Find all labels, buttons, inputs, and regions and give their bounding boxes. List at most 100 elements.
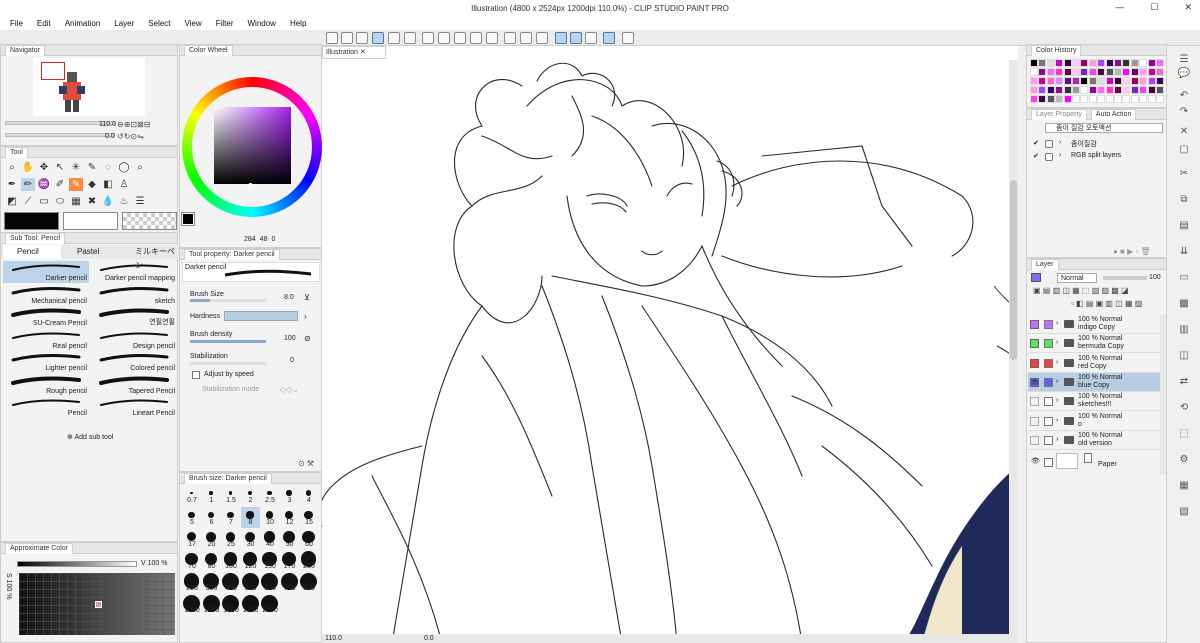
color-history-swatch[interactable] [1122, 77, 1131, 85]
cut-icon[interactable]: ✂ [1177, 168, 1191, 180]
eraser-icon[interactable]: ◧ [101, 178, 115, 191]
layer-lock-toggle[interactable] [1044, 416, 1053, 426]
curve-icon[interactable] [570, 32, 582, 44]
speech-balloon-icon[interactable]: ◯ [117, 161, 131, 174]
menu-select[interactable]: Select [148, 19, 170, 28]
brush-item[interactable]: Real pencil [3, 329, 89, 351]
color-history-swatch[interactable] [1030, 68, 1038, 76]
menu-help[interactable]: Help [290, 19, 306, 28]
brush-size-dropdown-icon[interactable]: ⊻ [304, 293, 310, 302]
color-history-swatch[interactable] [1055, 59, 1064, 67]
approx-color-tab[interactable]: Approximate Color [5, 542, 73, 554]
color-history-swatch[interactable] [1046, 59, 1055, 67]
brush-item[interactable]: Colored pencil [91, 351, 177, 373]
color-history-swatch[interactable] [1080, 68, 1089, 76]
color-history-swatch[interactable] [1105, 86, 1114, 94]
color-history-swatch[interactable] [1097, 68, 1106, 76]
color-history-swatch[interactable] [1088, 86, 1097, 94]
color-history-swatch[interactable] [1122, 59, 1131, 67]
color-history-swatch[interactable] [1063, 86, 1072, 94]
visibility-toggle[interactable] [1030, 358, 1039, 368]
color-history-swatch[interactable] [1080, 95, 1089, 103]
color-history-swatch[interactable] [1114, 59, 1122, 67]
subtool-tab-pencil[interactable]: Pencil [3, 245, 61, 259]
color-history-swatch[interactable] [1147, 86, 1156, 94]
rotate-icon[interactable]: ⟲ [1177, 402, 1191, 414]
visibility-toggle[interactable] [1030, 320, 1039, 329]
layer-lock-toggle[interactable] [1044, 435, 1053, 445]
brush-size-cell[interactable]: 250 [182, 573, 201, 594]
layer-action-icons[interactable]: ▫ ◧ ▤ ▣ ▥ ◫ ▦ ▨ [1071, 299, 1142, 308]
color-history-swatch[interactable] [1147, 77, 1156, 85]
layer-lock-toggle[interactable] [1044, 397, 1053, 407]
color-history-swatch[interactable] [1139, 77, 1148, 85]
brush-size-cell[interactable]: 1500 [221, 594, 240, 616]
redo-history-icon[interactable]: ↷ [1177, 106, 1191, 118]
color-history-swatch[interactable] [1063, 59, 1072, 67]
color-history-swatch[interactable] [1147, 59, 1156, 67]
color-history-swatch[interactable] [1080, 77, 1089, 85]
color-history-swatch[interactable] [1147, 95, 1156, 103]
color-history-swatch[interactable] [1088, 68, 1097, 76]
brush-item[interactable]: Rough pencil [3, 374, 89, 396]
figure-tool-icon[interactable]: ⟋ [21, 195, 35, 208]
redo-icon[interactable] [404, 32, 416, 44]
clear-layer-icon[interactable]: ▭ [1177, 272, 1191, 284]
expand-chevron-icon[interactable]: › [1056, 378, 1058, 385]
color-history-swatch[interactable] [1072, 59, 1080, 67]
brush-size-cell[interactable]: 15 [299, 507, 318, 528]
color-history-swatch[interactable] [1038, 68, 1047, 76]
color-history-swatch[interactable] [1130, 95, 1139, 103]
expand-chevron-icon[interactable]: › [1056, 339, 1058, 346]
color-history-swatch[interactable] [1055, 77, 1064, 85]
color-history-swatch[interactable] [1105, 68, 1114, 76]
brush-size-cell[interactable]: 300 [202, 572, 221, 594]
color-history-swatch[interactable] [1105, 77, 1114, 85]
color-history-swatch[interactable] [1130, 59, 1139, 67]
transparent-color-swatch[interactable] [122, 212, 177, 230]
open-file-icon[interactable] [341, 32, 353, 44]
value-slider[interactable] [17, 561, 137, 567]
brush-size-cell[interactable]: 70 [182, 551, 201, 572]
color-history-swatch[interactable] [1130, 77, 1139, 85]
canvas-vertical-scrollbar[interactable] [1009, 60, 1018, 636]
brush-size-cell[interactable]: 1000 [182, 594, 201, 616]
color-history-swatch[interactable] [1046, 86, 1055, 94]
layer-row[interactable]: › 100 % Normal old version [1028, 431, 1161, 450]
frame-tool-icon[interactable]: ▭ [37, 195, 51, 208]
paper-layer[interactable]: 👁 Paper [1028, 451, 1162, 473]
brush-item[interactable]: Design pencil [91, 329, 177, 351]
color-history-swatch[interactable] [1105, 59, 1114, 67]
brush-size-cell[interactable]: 8 [240, 507, 260, 528]
brush-size-cell[interactable]: 6 [202, 507, 221, 528]
hand-tool-icon[interactable]: ✋ [21, 161, 35, 174]
tool-property-tab[interactable]: Tool property: Darker pencil [184, 248, 280, 260]
visibility-toggle[interactable] [1030, 339, 1039, 349]
color-history-swatch[interactable] [1156, 59, 1164, 67]
deselect-icon[interactable] [504, 32, 516, 44]
sub-color-swatch[interactable] [63, 212, 118, 230]
hardness-slider[interactable] [224, 311, 298, 321]
brush-size-cell[interactable]: 80 [202, 551, 221, 572]
layer-lock-toggle[interactable] [1044, 377, 1053, 387]
brush-size-cell[interactable]: 800 [299, 572, 318, 594]
color-history-swatch[interactable] [1046, 77, 1055, 85]
color-history-swatch[interactable] [1114, 68, 1122, 76]
visibility-toggle[interactable] [1030, 416, 1039, 426]
brush-size-cell[interactable]: 170 [280, 551, 299, 572]
color-history-swatch[interactable] [1080, 59, 1089, 67]
airbrush-icon[interactable]: ✐ [53, 178, 67, 191]
brush-size-cell[interactable]: 200 [299, 551, 318, 572]
clear-history-icon[interactable]: ✕ [1177, 126, 1191, 138]
layer-tab[interactable]: Layer [1031, 258, 1059, 270]
density-slider[interactable] [190, 340, 266, 343]
density-pressure-icon[interactable]: ⊘ [304, 334, 311, 343]
speech-icon[interactable]: 💬 [1177, 68, 1191, 80]
color-history-grid[interactable] [1030, 59, 1166, 107]
layer-lock-icons[interactable]: ▣ ▤ ▥ ◫ ▦ ⬚ ▧ ▨ ▩ ◪ [1033, 286, 1129, 295]
color-history-swatch[interactable] [1097, 95, 1106, 103]
pencil-tool-icon[interactable]: ✏ [21, 178, 35, 191]
color-history-swatch[interactable] [1030, 95, 1038, 103]
color-history-swatch[interactable] [1156, 68, 1164, 76]
menu-layer[interactable]: Layer [114, 19, 134, 28]
